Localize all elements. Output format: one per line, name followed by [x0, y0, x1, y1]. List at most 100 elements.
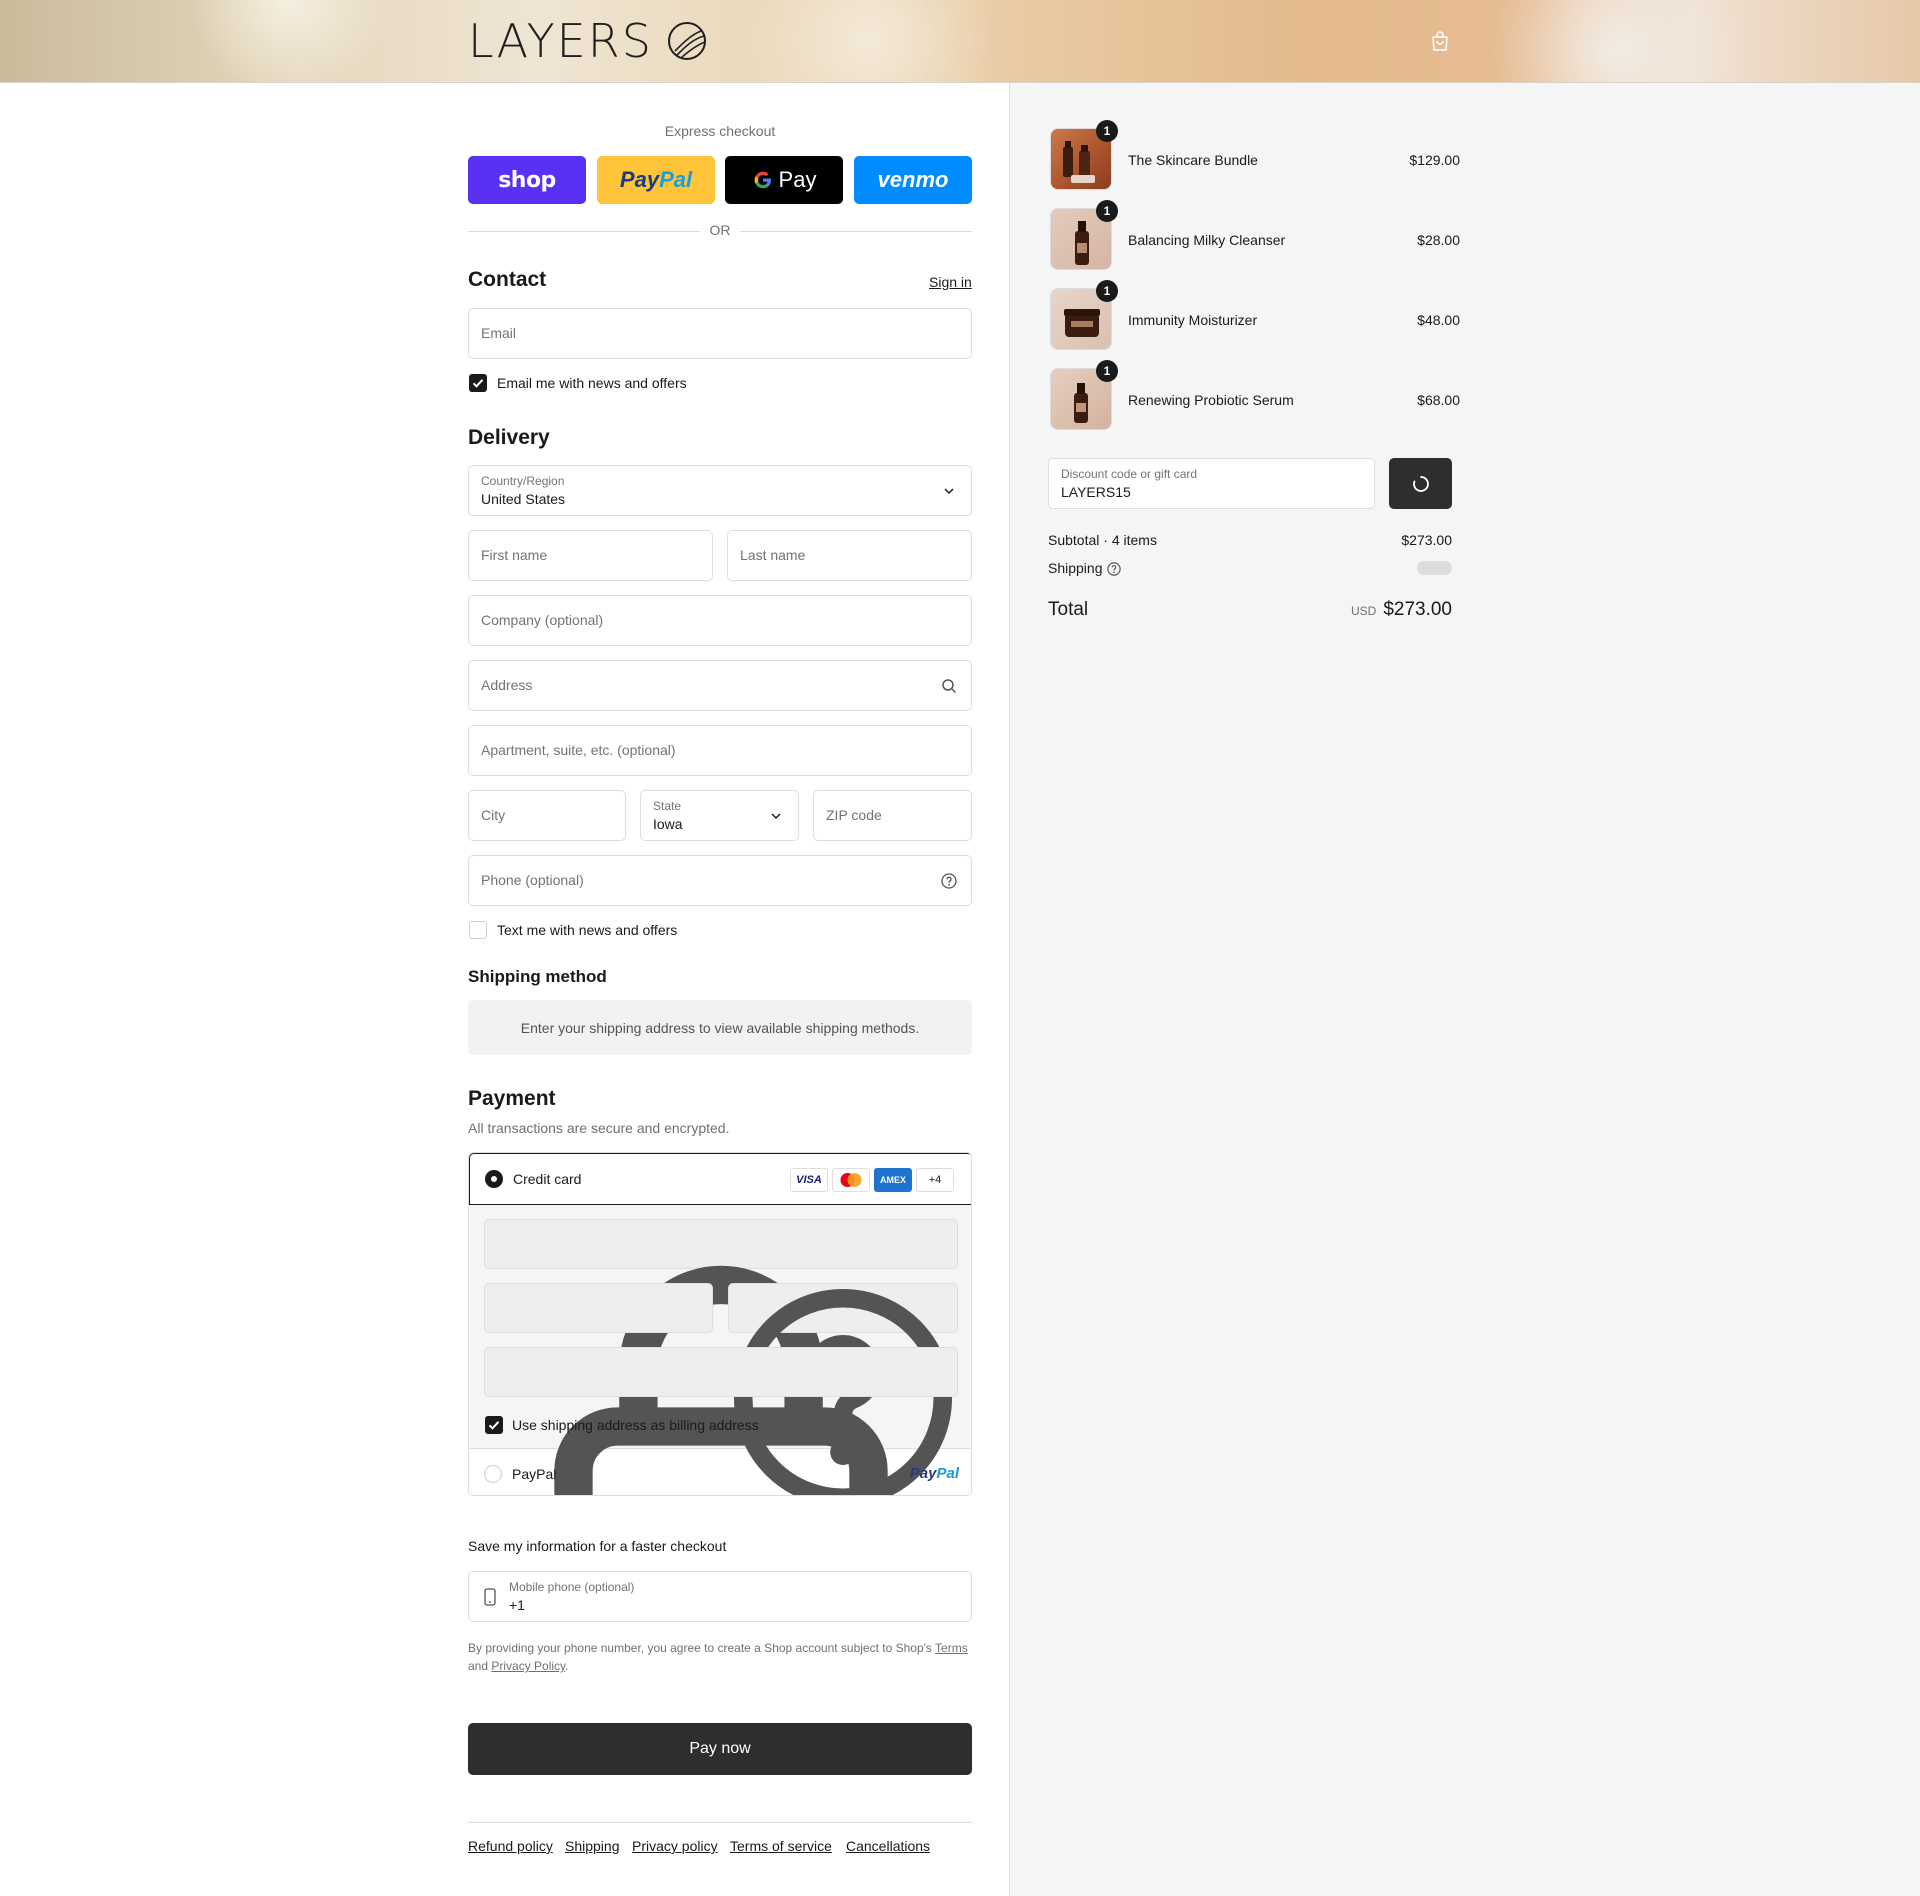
zip-placeholder: ZIP code: [826, 807, 882, 823]
loading-spinner-icon: [1412, 475, 1429, 492]
payment-heading: Payment: [468, 1087, 556, 1110]
divider: [468, 1822, 972, 1823]
sign-in-link[interactable]: Sign in: [929, 274, 972, 290]
google-g-icon: [754, 171, 771, 189]
cart-line-item: 1 Renewing Probiotic Serum $68.00: [1040, 360, 1460, 432]
chevron-down-icon: [771, 813, 781, 820]
billing-address-checkbox[interactable]: [485, 1416, 503, 1434]
mobile-phone-field[interactable]: Mobile phone (optional) +1: [468, 1571, 972, 1622]
email-news-checkbox[interactable]: [469, 374, 487, 392]
pay-now-button[interactable]: Pay now: [468, 1723, 972, 1775]
checkmark-icon: [488, 1421, 500, 1430]
paypal-logo: PayPal: [910, 1465, 959, 1482]
amex-logo: AMEX: [874, 1168, 912, 1192]
shop-pay-button[interactable]: shop: [468, 156, 586, 204]
cancellations-link[interactable]: Cancellations: [846, 1838, 930, 1854]
cart-line-item: 1 The Skincare Bundle $129.00: [1040, 120, 1460, 192]
subtotal-label: Subtotal · 4 items: [1048, 532, 1157, 548]
paypal-radio[interactable]: [484, 1465, 502, 1483]
phone-placeholder: Phone (optional): [481, 872, 584, 888]
cart-line-item: 1 Balancing Milky Cleanser $28.00: [1040, 200, 1460, 272]
refund-policy-link[interactable]: Refund policy: [468, 1838, 553, 1854]
shopping-bag-icon[interactable]: [1428, 29, 1452, 53]
text-news-checkbox[interactable]: [469, 921, 487, 939]
help-circle-icon[interactable]: [941, 873, 957, 889]
discount-code-value: LAYERS15: [1061, 484, 1131, 500]
last-name-placeholder: Last name: [740, 547, 806, 563]
terms-link[interactable]: Terms: [935, 1641, 968, 1655]
banner-decoration: [180, 0, 400, 82]
item-price: $129.00: [1409, 152, 1460, 168]
brand-logo[interactable]: LAYERS: [468, 18, 707, 64]
apartment-field[interactable]: Apartment, suite, etc. (optional): [468, 725, 972, 776]
company-field[interactable]: Company (optional): [468, 595, 972, 646]
discount-code-field[interactable]: Discount code or gift card LAYERS15: [1048, 458, 1375, 509]
name-on-card-field[interactable]: [484, 1347, 958, 1397]
company-placeholder: Company (optional): [481, 612, 604, 628]
shop-account-disclaimer: By providing your phone number, you agre…: [468, 1639, 972, 1675]
visa-label: VISA: [796, 1174, 822, 1186]
chevron-down-icon: [944, 488, 954, 495]
phone-field[interactable]: Phone (optional): [468, 855, 972, 906]
mastercard-icon: [840, 1173, 862, 1187]
city-field[interactable]: City: [468, 790, 626, 841]
more-cards-badge: +4: [916, 1168, 954, 1192]
state-value: Iowa: [653, 816, 683, 832]
payment-methods-panel: Credit card VISA AMEX +4 Use shipping ad…: [468, 1152, 972, 1496]
order-summary-column: [1009, 83, 1920, 1896]
mobile-phone-label: Mobile phone (optional): [509, 1580, 635, 1594]
terms-of-service-link[interactable]: Terms of service: [730, 1838, 832, 1854]
paypal-option-label: PayPal: [512, 1466, 557, 1482]
google-pay-button[interactable]: Pay: [725, 156, 843, 204]
paypal-label-pal: Pal: [659, 167, 693, 192]
paypal-option[interactable]: PayPal PayPal: [469, 1449, 971, 1495]
help-circle-icon[interactable]: [1107, 562, 1121, 576]
paypal-logo-pal: Pal: [936, 1465, 959, 1482]
item-name: Renewing Probiotic Serum: [1128, 392, 1294, 408]
email-field[interactable]: Email: [468, 308, 972, 359]
privacy-policy-footer-link[interactable]: Privacy policy: [632, 1838, 718, 1854]
billing-address-label: Use shipping address as billing address: [512, 1417, 759, 1433]
paypal-label-pay: Pay: [619, 167, 660, 192]
first-name-field[interactable]: First name: [468, 530, 713, 581]
zip-field[interactable]: ZIP code: [813, 790, 972, 841]
total-label: Total: [1048, 599, 1089, 620]
address-field[interactable]: Address: [468, 660, 972, 711]
quantity-badge: 1: [1096, 360, 1118, 382]
disclaimer-text: By providing your phone number, you agre…: [468, 1641, 936, 1655]
text-news-label: Text me with news and offers: [497, 922, 678, 938]
state-label: State: [653, 799, 682, 813]
total-amount: USD $273.00: [1351, 599, 1452, 621]
checkout-form-column: Express checkout shop Pay Pal Pay venmo O…: [0, 83, 1009, 1896]
more-cards-label: +4: [928, 1174, 942, 1186]
expiration-date-field[interactable]: [484, 1283, 713, 1333]
security-code-field[interactable]: [728, 1283, 958, 1495]
credit-card-form: Use shipping address as billing address: [469, 1205, 971, 1495]
express-checkout-title: Express checkout: [664, 123, 776, 139]
privacy-policy-link[interactable]: Privacy Policy: [491, 1659, 565, 1673]
card-number-field[interactable]: [484, 1219, 958, 1495]
item-name: The Skincare Bundle: [1128, 152, 1258, 168]
item-price: $48.00: [1417, 312, 1460, 328]
credit-card-radio[interactable]: [485, 1170, 503, 1188]
payment-subtitle: All transactions are secure and encrypte…: [468, 1120, 730, 1136]
shipping-method-notice: Enter your shipping address to view avai…: [468, 1000, 972, 1055]
paypal-express-button[interactable]: Pay Pal: [597, 156, 715, 204]
header-banner: LAYERS: [0, 0, 1920, 83]
state-select[interactable]: State Iowa: [640, 790, 799, 841]
last-name-field[interactable]: Last name: [727, 530, 972, 581]
shipping-policy-link[interactable]: Shipping: [565, 1838, 620, 1854]
country-select[interactable]: Country/Region United States: [468, 465, 972, 516]
visa-logo: VISA: [790, 1168, 828, 1192]
disclaimer-text: and: [468, 1659, 492, 1673]
mobile-phone-icon: [484, 1588, 496, 1606]
credit-card-option[interactable]: Credit card VISA AMEX +4: [469, 1153, 971, 1205]
shipping-method-heading: Shipping method: [468, 967, 607, 986]
brand-globe-icon: [667, 22, 706, 60]
apply-discount-button[interactable]: [1389, 458, 1452, 509]
country-label: Country/Region: [481, 474, 565, 488]
email-news-label: Email me with news and offers: [497, 375, 687, 391]
item-name: Balancing Milky Cleanser: [1128, 232, 1286, 248]
venmo-button[interactable]: venmo: [854, 156, 972, 204]
city-placeholder: City: [481, 807, 506, 823]
